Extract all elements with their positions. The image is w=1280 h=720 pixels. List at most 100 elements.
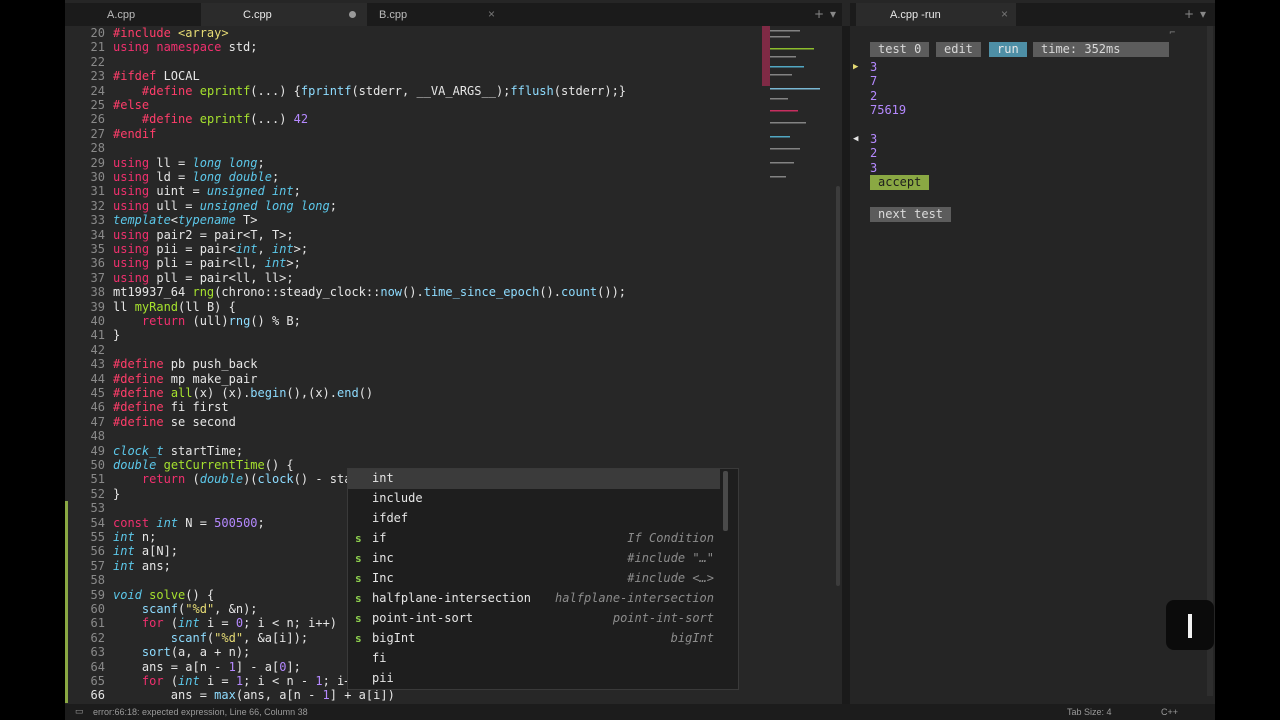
autocomplete-hint: #include "…"	[627, 551, 714, 565]
code-line[interactable]: const int N = 500500;	[113, 516, 265, 530]
autocomplete-item[interactable]: s point-int-sort point-int-sort	[348, 609, 720, 629]
code-line[interactable]: mt19937_64 rng(chrono::steady_clock::now…	[113, 285, 626, 299]
sidebar-toggle-icon[interactable]: ▭	[75, 706, 84, 717]
autocomplete-item[interactable]: pii	[348, 669, 720, 689]
code-line[interactable]: #define mp make_pair	[113, 372, 258, 386]
accept-button[interactable]: accept	[870, 175, 930, 190]
code-line[interactable]: for (int i = 0; i < n; i++)	[113, 616, 337, 630]
code-line[interactable]: #define fi first	[113, 400, 229, 414]
autocomplete-label: bigInt	[372, 631, 416, 645]
autocomplete-item[interactable]: s bigInt bigInt	[348, 629, 720, 649]
autocomplete-item[interactable]: s Inc #include <…>	[348, 569, 720, 589]
code-line[interactable]: for (int i = 1; i < n - 1; i+	[113, 674, 352, 688]
next-test-button[interactable]: next test	[870, 207, 952, 222]
code-line[interactable]: using ull = unsigned long long;	[113, 199, 337, 213]
tab-size-setting[interactable]: Tab Size: 4	[1067, 707, 1112, 717]
code-line[interactable]: #define all(x) (x).begin(),(x).end()	[113, 386, 373, 400]
code-line[interactable]: using pli = pair<ll, int>;	[113, 256, 301, 270]
code-line[interactable]: sort(a, a + n);	[113, 645, 250, 659]
syntax-selector[interactable]: C++	[1161, 707, 1178, 717]
code-line[interactable]: #else	[113, 98, 149, 112]
autocomplete-label: int	[372, 471, 394, 485]
code-line[interactable]: using uint = unsigned int;	[113, 184, 301, 198]
code-line[interactable]: scanf("%d", &a[i]);	[113, 631, 308, 645]
line-number: 40	[90, 314, 105, 328]
code-line[interactable]: ans = max(ans, a[n - 1] + a[i])	[113, 688, 395, 702]
autocomplete-item[interactable]: s halfplane-intersection halfplane-interse…	[348, 589, 720, 609]
editor-scrollbar[interactable]	[836, 186, 840, 586]
line-number: 49	[90, 443, 105, 458]
autocomplete-item[interactable]: ifdef	[348, 509, 720, 529]
io-line: 7	[870, 74, 878, 89]
autocomplete-label: pii	[372, 671, 394, 685]
line-number: 30	[90, 170, 105, 184]
code-line[interactable]: using ld = long double;	[113, 170, 279, 184]
line-number: 52	[90, 486, 105, 501]
tab-menu-icon[interactable]: ▾	[1200, 7, 1206, 21]
autocomplete-label: fi	[372, 651, 387, 665]
line-number: 39	[90, 299, 105, 314]
autocomplete-item[interactable]: include	[348, 489, 720, 509]
minimap[interactable]	[762, 26, 822, 196]
code-line[interactable]: #define se second	[113, 415, 236, 429]
code-line[interactable]: template<typename T>	[113, 213, 258, 227]
code-line[interactable]: }	[113, 328, 120, 342]
autocomplete-label: halfplane-intersection	[372, 591, 531, 605]
autocomplete-label: ifdef	[372, 511, 409, 525]
edit-button[interactable]: edit	[936, 42, 981, 57]
input-arrow-icon[interactable]: ▶	[853, 62, 858, 72]
snippet-kind-icon: s	[355, 592, 362, 605]
close-icon[interactable]: ×	[488, 7, 495, 21]
code-line[interactable]: clock_t startTime;	[113, 444, 243, 458]
code-line[interactable]: scanf("%d", &n);	[113, 602, 258, 616]
line-number: 65	[90, 674, 105, 688]
pane-divider[interactable]	[842, 26, 850, 704]
line-number-gutter: 20 21 22 23 24 25 26 27 28 29 30 31 32 33 34 35 36 37 38 39…	[65, 26, 105, 704]
code-line[interactable]: #define eprintf(...) {fprintf(stderr, __…	[113, 84, 626, 98]
code-line[interactable]: return (double)(clock() - sta	[113, 472, 352, 486]
autocomplete-label: include	[372, 491, 423, 505]
autocomplete-item[interactable]: fi	[348, 649, 720, 669]
code-line[interactable]: }	[113, 487, 120, 501]
code-line[interactable]: #include <array>	[113, 26, 229, 40]
code-line[interactable]: void solve() {	[113, 588, 214, 602]
autocomplete-item[interactable]: s inc #include "…"	[348, 549, 720, 569]
line-number: 64	[90, 659, 105, 674]
code-line[interactable]: #define eprintf(...) 42	[113, 112, 308, 126]
add-tab-icon[interactable]: +	[1184, 7, 1194, 21]
test-selector-button[interactable]: test 0	[870, 42, 930, 57]
code-editor[interactable]: 20 21 22 23 24 25 26 27 28 29 30 31 32 33 34 35 36 37 38 39…	[65, 26, 842, 704]
io-line: 75619	[870, 103, 907, 118]
code-line[interactable]: #ifdef LOCAL	[113, 69, 200, 83]
code-line[interactable]: using pair2 = pair<T, T>;	[113, 228, 294, 242]
code-line[interactable]: using ll = long long;	[113, 156, 265, 170]
code-line[interactable]: int a[N];	[113, 544, 178, 558]
autocomplete-item[interactable]: s if If Condition	[348, 529, 720, 549]
code-line[interactable]: using namespace std;	[113, 40, 258, 54]
code-line[interactable]: ll myRand(ll B) {	[113, 300, 236, 314]
autocomplete-scrollbar[interactable]	[723, 471, 728, 531]
line-number: 23	[90, 69, 105, 84]
run-button[interactable]: run	[989, 42, 1027, 57]
tab-menu-icon[interactable]: ▾	[830, 7, 836, 21]
code-line[interactable]: int n;	[113, 530, 156, 544]
close-icon[interactable]: ×	[1001, 7, 1008, 21]
add-tab-icon[interactable]: +	[814, 7, 824, 21]
code-line[interactable]: #define pb push_back	[113, 357, 258, 371]
code-line[interactable]: return (ull)rng() % B;	[113, 314, 301, 328]
panel-scrollbar[interactable]	[1207, 26, 1213, 696]
tab-run-output[interactable]: A.cpp -run ×	[856, 3, 1016, 26]
autocomplete-item[interactable]: int	[348, 469, 720, 489]
line-number: 20	[90, 26, 105, 40]
autocomplete-popup[interactable]: int include ifdef s if If Condition s inc #inclu…	[347, 468, 739, 690]
output-arrow-icon[interactable]: ◀	[853, 134, 858, 144]
code-line[interactable]: double getCurrentTime() {	[113, 458, 294, 472]
code-line[interactable]: #endif	[113, 127, 156, 141]
code-line[interactable]: using pll = pair<ll, ll>;	[113, 271, 294, 285]
tab-label: A.cpp -run	[890, 9, 941, 21]
tab-b-cpp[interactable]: B.cpp ×	[337, 3, 503, 26]
code-line[interactable]: using pii = pair<int, int>;	[113, 242, 308, 256]
line-number: 29	[90, 155, 105, 170]
code-line[interactable]: ans = a[n - 1] - a[0];	[113, 660, 301, 674]
code-line[interactable]: int ans;	[113, 559, 171, 573]
